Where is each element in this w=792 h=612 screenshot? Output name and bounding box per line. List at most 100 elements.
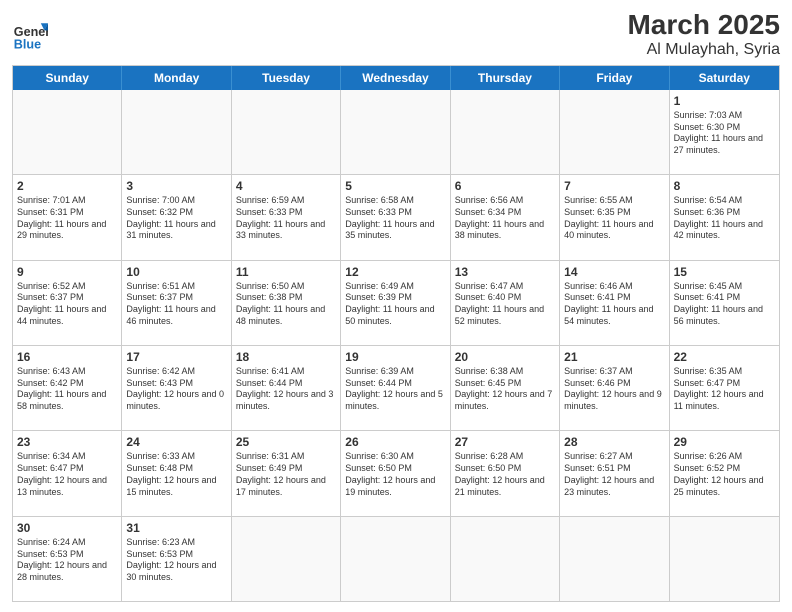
cell-4-1: 24Sunrise: 6:33 AMSunset: 6:48 PMDayligh… [122, 431, 231, 515]
calendar-header: Sunday Monday Tuesday Wednesday Thursday… [13, 66, 779, 90]
day-number-9: 9 [17, 264, 117, 280]
cell-3-1: 17Sunrise: 6:42 AMSunset: 6:43 PMDayligh… [122, 346, 231, 430]
cell-0-0 [13, 90, 122, 174]
day-number-29: 29 [674, 434, 775, 450]
cell-2-3: 12Sunrise: 6:49 AMSunset: 6:39 PMDayligh… [341, 261, 450, 345]
week-row-5: 30Sunrise: 6:24 AMSunset: 6:53 PMDayligh… [13, 516, 779, 601]
cell-info-3: Sunrise: 7:00 AMSunset: 6:32 PMDaylight:… [126, 195, 226, 242]
cell-1-5: 7Sunrise: 6:55 AMSunset: 6:35 PMDaylight… [560, 175, 669, 259]
cell-info-14: Sunrise: 6:46 AMSunset: 6:41 PMDaylight:… [564, 281, 664, 328]
cell-0-3 [341, 90, 450, 174]
day-number-31: 31 [126, 520, 226, 536]
day-number-1: 1 [674, 93, 775, 109]
cell-info-25: Sunrise: 6:31 AMSunset: 6:49 PMDaylight:… [236, 451, 336, 498]
cell-4-5: 28Sunrise: 6:27 AMSunset: 6:51 PMDayligh… [560, 431, 669, 515]
cell-5-0: 30Sunrise: 6:24 AMSunset: 6:53 PMDayligh… [13, 517, 122, 601]
day-number-25: 25 [236, 434, 336, 450]
cell-info-17: Sunrise: 6:42 AMSunset: 6:43 PMDaylight:… [126, 366, 226, 413]
cell-info-12: Sunrise: 6:49 AMSunset: 6:39 PMDaylight:… [345, 281, 445, 328]
day-number-5: 5 [345, 178, 445, 194]
cell-1-0: 2Sunrise: 7:01 AMSunset: 6:31 PMDaylight… [13, 175, 122, 259]
cell-1-2: 4Sunrise: 6:59 AMSunset: 6:33 PMDaylight… [232, 175, 341, 259]
day-number-11: 11 [236, 264, 336, 280]
cell-info-18: Sunrise: 6:41 AMSunset: 6:44 PMDaylight:… [236, 366, 336, 413]
cell-4-2: 25Sunrise: 6:31 AMSunset: 6:49 PMDayligh… [232, 431, 341, 515]
calendar-subtitle: Al Mulayhah, Syria [627, 41, 780, 59]
header-thursday: Thursday [451, 66, 560, 90]
cell-info-8: Sunrise: 6:54 AMSunset: 6:36 PMDaylight:… [674, 195, 775, 242]
cell-info-30: Sunrise: 6:24 AMSunset: 6:53 PMDaylight:… [17, 537, 117, 584]
day-number-7: 7 [564, 178, 664, 194]
cell-info-16: Sunrise: 6:43 AMSunset: 6:42 PMDaylight:… [17, 366, 117, 413]
cell-3-5: 21Sunrise: 6:37 AMSunset: 6:46 PMDayligh… [560, 346, 669, 430]
cell-3-4: 20Sunrise: 6:38 AMSunset: 6:45 PMDayligh… [451, 346, 560, 430]
cell-info-1: Sunrise: 7:03 AMSunset: 6:30 PMDaylight:… [674, 110, 775, 157]
day-number-4: 4 [236, 178, 336, 194]
header-tuesday: Tuesday [232, 66, 341, 90]
day-number-15: 15 [674, 264, 775, 280]
header-friday: Friday [560, 66, 669, 90]
cell-info-13: Sunrise: 6:47 AMSunset: 6:40 PMDaylight:… [455, 281, 555, 328]
cell-info-20: Sunrise: 6:38 AMSunset: 6:45 PMDaylight:… [455, 366, 555, 413]
cell-info-22: Sunrise: 6:35 AMSunset: 6:47 PMDaylight:… [674, 366, 775, 413]
header-monday: Monday [122, 66, 231, 90]
cell-1-3: 5Sunrise: 6:58 AMSunset: 6:33 PMDaylight… [341, 175, 450, 259]
cell-2-6: 15Sunrise: 6:45 AMSunset: 6:41 PMDayligh… [670, 261, 779, 345]
cell-info-28: Sunrise: 6:27 AMSunset: 6:51 PMDaylight:… [564, 451, 664, 498]
day-number-18: 18 [236, 349, 336, 365]
day-number-30: 30 [17, 520, 117, 536]
day-number-23: 23 [17, 434, 117, 450]
page: General Blue March 2025 Al Mulayhah, Syr… [0, 0, 792, 612]
week-row-2: 9Sunrise: 6:52 AMSunset: 6:37 PMDaylight… [13, 260, 779, 345]
day-number-2: 2 [17, 178, 117, 194]
day-number-8: 8 [674, 178, 775, 194]
cell-3-0: 16Sunrise: 6:43 AMSunset: 6:42 PMDayligh… [13, 346, 122, 430]
cell-0-4 [451, 90, 560, 174]
cell-0-1 [122, 90, 231, 174]
cell-2-5: 14Sunrise: 6:46 AMSunset: 6:41 PMDayligh… [560, 261, 669, 345]
cell-5-6 [670, 517, 779, 601]
cell-info-9: Sunrise: 6:52 AMSunset: 6:37 PMDaylight:… [17, 281, 117, 328]
cell-5-5 [560, 517, 669, 601]
day-number-22: 22 [674, 349, 775, 365]
title-block: March 2025 Al Mulayhah, Syria [627, 10, 780, 59]
cell-5-3 [341, 517, 450, 601]
cell-info-21: Sunrise: 6:37 AMSunset: 6:46 PMDaylight:… [564, 366, 664, 413]
cell-3-6: 22Sunrise: 6:35 AMSunset: 6:47 PMDayligh… [670, 346, 779, 430]
cell-info-7: Sunrise: 6:55 AMSunset: 6:35 PMDaylight:… [564, 195, 664, 242]
cell-0-6: 1Sunrise: 7:03 AMSunset: 6:30 PMDaylight… [670, 90, 779, 174]
cell-info-10: Sunrise: 6:51 AMSunset: 6:37 PMDaylight:… [126, 281, 226, 328]
cell-info-5: Sunrise: 6:58 AMSunset: 6:33 PMDaylight:… [345, 195, 445, 242]
cell-5-4 [451, 517, 560, 601]
cell-info-29: Sunrise: 6:26 AMSunset: 6:52 PMDaylight:… [674, 451, 775, 498]
cell-info-19: Sunrise: 6:39 AMSunset: 6:44 PMDaylight:… [345, 366, 445, 413]
day-number-19: 19 [345, 349, 445, 365]
day-number-28: 28 [564, 434, 664, 450]
cell-info-26: Sunrise: 6:30 AMSunset: 6:50 PMDaylight:… [345, 451, 445, 498]
cell-5-1: 31Sunrise: 6:23 AMSunset: 6:53 PMDayligh… [122, 517, 231, 601]
cell-info-4: Sunrise: 6:59 AMSunset: 6:33 PMDaylight:… [236, 195, 336, 242]
day-number-27: 27 [455, 434, 555, 450]
logo-icon: General Blue [12, 16, 48, 52]
week-row-0: 1Sunrise: 7:03 AMSunset: 6:30 PMDaylight… [13, 90, 779, 174]
day-number-6: 6 [455, 178, 555, 194]
cell-2-4: 13Sunrise: 6:47 AMSunset: 6:40 PMDayligh… [451, 261, 560, 345]
svg-text:Blue: Blue [14, 38, 41, 52]
cell-4-3: 26Sunrise: 6:30 AMSunset: 6:50 PMDayligh… [341, 431, 450, 515]
day-number-17: 17 [126, 349, 226, 365]
cell-info-24: Sunrise: 6:33 AMSunset: 6:48 PMDaylight:… [126, 451, 226, 498]
cell-info-15: Sunrise: 6:45 AMSunset: 6:41 PMDaylight:… [674, 281, 775, 328]
cell-3-3: 19Sunrise: 6:39 AMSunset: 6:44 PMDayligh… [341, 346, 450, 430]
header: General Blue March 2025 Al Mulayhah, Syr… [12, 10, 780, 59]
cell-4-0: 23Sunrise: 6:34 AMSunset: 6:47 PMDayligh… [13, 431, 122, 515]
day-number-26: 26 [345, 434, 445, 450]
day-number-12: 12 [345, 264, 445, 280]
day-number-24: 24 [126, 434, 226, 450]
week-row-4: 23Sunrise: 6:34 AMSunset: 6:47 PMDayligh… [13, 430, 779, 515]
cell-1-6: 8Sunrise: 6:54 AMSunset: 6:36 PMDaylight… [670, 175, 779, 259]
week-row-3: 16Sunrise: 6:43 AMSunset: 6:42 PMDayligh… [13, 345, 779, 430]
cell-5-2 [232, 517, 341, 601]
day-number-13: 13 [455, 264, 555, 280]
cell-info-6: Sunrise: 6:56 AMSunset: 6:34 PMDaylight:… [455, 195, 555, 242]
day-number-3: 3 [126, 178, 226, 194]
